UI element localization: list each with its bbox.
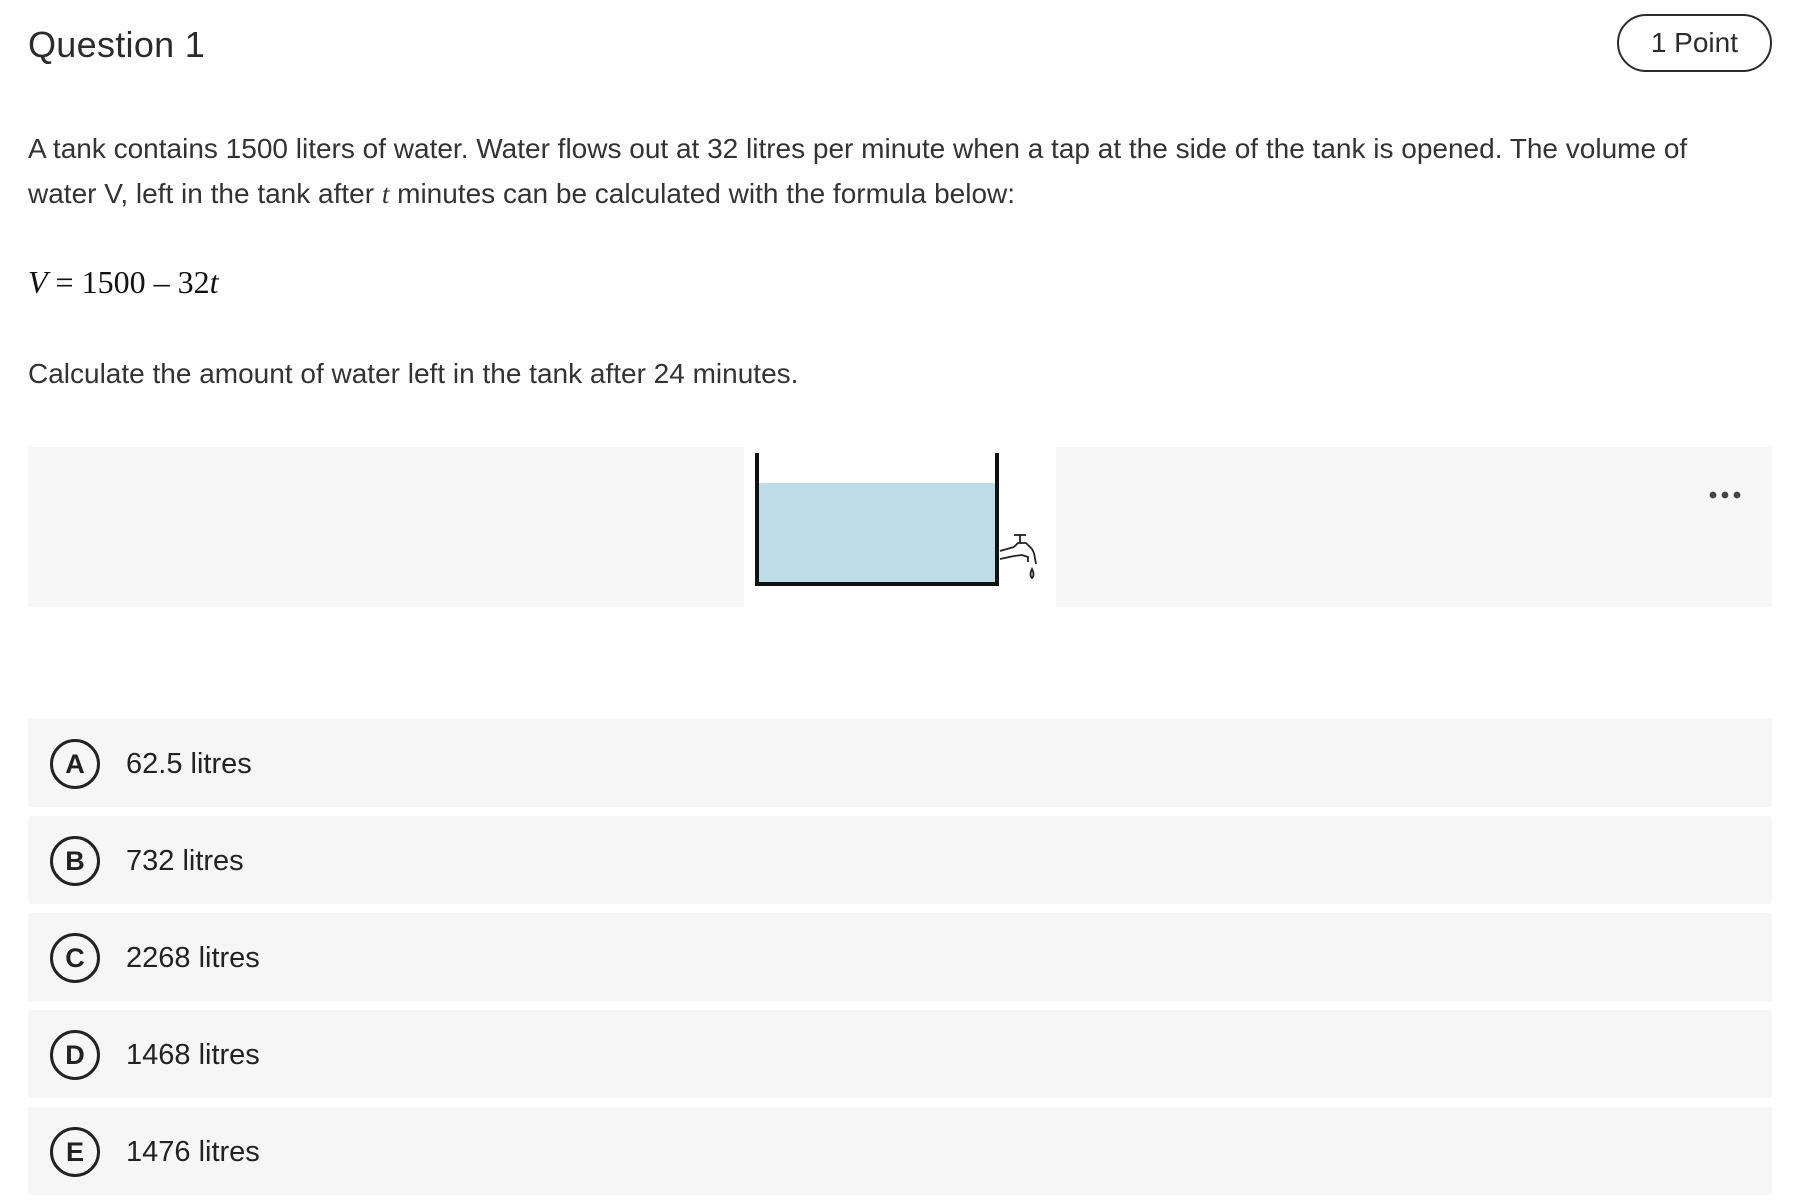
tap-icon — [999, 534, 1037, 580]
tank-figure — [744, 447, 1056, 607]
option-text: 2268 litres — [126, 942, 260, 974]
points-badge: 1 Point — [1616, 14, 1772, 72]
formula-rest: = 1500 – 32 — [47, 264, 210, 300]
water-fill — [758, 483, 996, 582]
option-c[interactable]: C 2268 litres — [28, 913, 1772, 1001]
option-letter-badge: D — [50, 1030, 100, 1080]
formula-variable: t — [209, 264, 219, 300]
formula: V = 1500 – 32t — [28, 264, 218, 301]
option-text: 1476 litres — [126, 1136, 260, 1168]
option-text: 1468 litres — [126, 1039, 260, 1071]
answer-options: A 62.5 litres B 732 litres C 2268 litres… — [28, 719, 1772, 1204]
option-e[interactable]: E 1476 litres — [28, 1107, 1772, 1195]
question-title: Question 1 — [28, 24, 206, 65]
option-letter-badge: E — [50, 1127, 100, 1177]
question-header: Question 1 1 Point — [28, 14, 1772, 76]
more-horizontal-icon[interactable] — [1708, 487, 1742, 503]
option-b[interactable]: B 732 litres — [28, 816, 1772, 904]
formula-lhs: V — [28, 264, 48, 300]
option-d[interactable]: D 1468 litres — [28, 1010, 1772, 1098]
option-text: 62.5 litres — [126, 748, 252, 780]
question-prompt: A tank contains 1500 liters of water. Wa… — [28, 126, 1728, 217]
question-card: Question 1 1 Point A tank contains 1500 … — [28, 0, 1772, 1202]
option-letter-badge: C — [50, 933, 100, 983]
question-instruction: Calculate the amount of water left in th… — [28, 358, 799, 389]
figure-container — [28, 447, 1772, 607]
option-letter-badge: A — [50, 739, 100, 789]
option-a[interactable]: A 62.5 litres — [28, 719, 1772, 807]
option-text: 732 litres — [126, 845, 244, 877]
figure-padding-right — [1056, 447, 1772, 607]
option-letter-badge: B — [50, 836, 100, 886]
tank-illustration — [755, 453, 1037, 586]
prompt-text-part2: minutes can be calculated with the formu… — [389, 178, 1016, 209]
figure-padding-left — [28, 447, 744, 607]
